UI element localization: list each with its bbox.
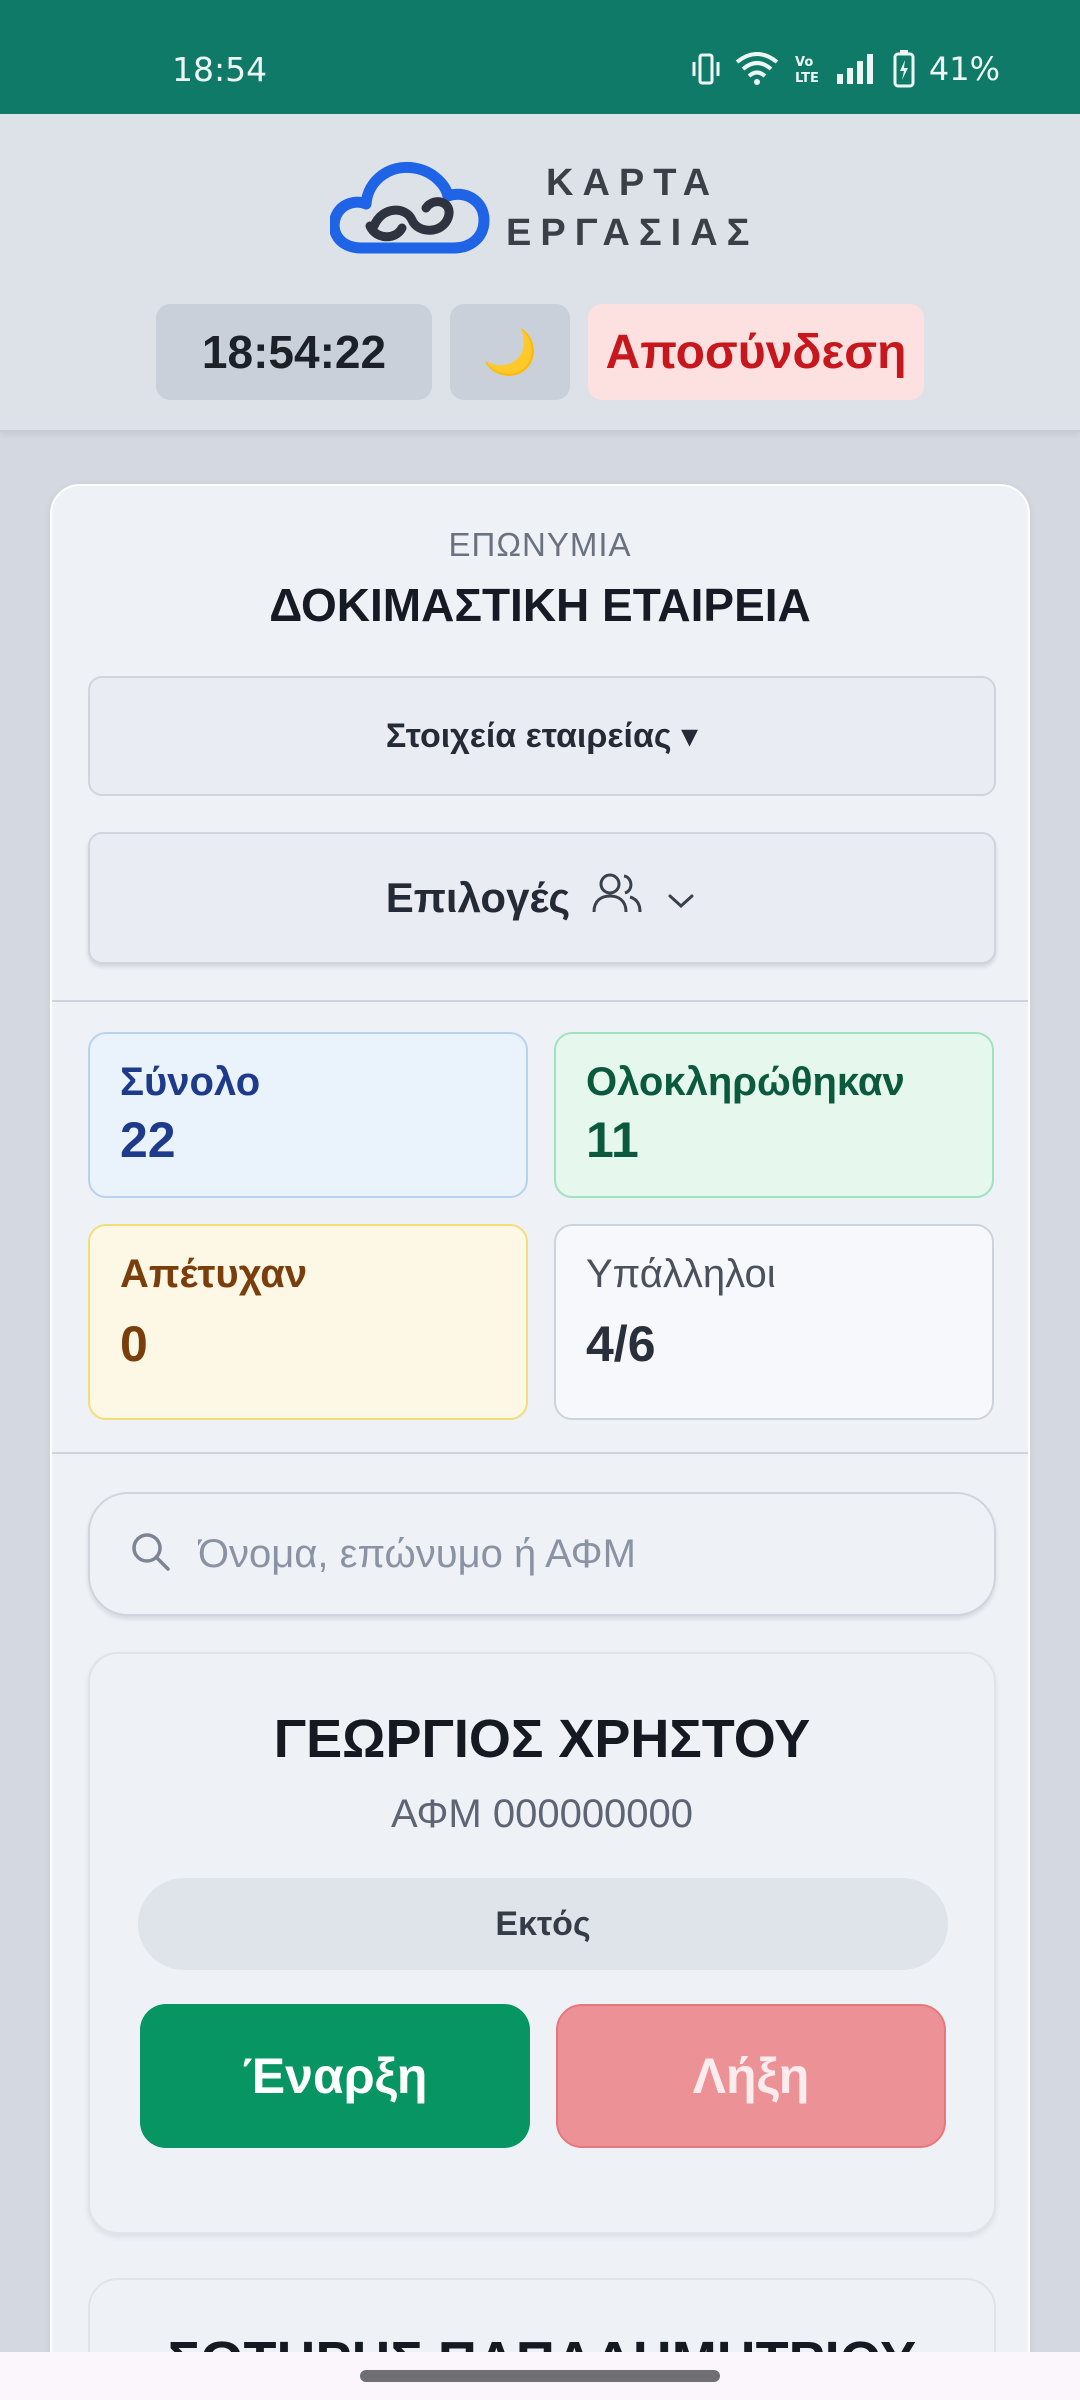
stat-employees-value: 4/6	[586, 1316, 656, 1372]
employee-status-badge: Εκτός	[138, 1878, 948, 1970]
stat-completed-label: Ολοκληρώθηκαν	[586, 1060, 905, 1104]
stat-total-label: Σύνολο	[120, 1060, 261, 1104]
divider	[52, 1000, 1028, 1002]
company-label: ΕΠΩΝΥΜΙΑ	[448, 526, 632, 563]
status-bar: 18:54 Vo LTE 41%	[0, 0, 1080, 114]
end-button[interactable]: Λήξη	[556, 2004, 946, 2148]
company-details-label: Στοιχεία εταιρείας ▾	[385, 717, 699, 755]
stat-failed: Απέτυχαν 0	[88, 1224, 528, 1420]
wifi-icon	[735, 52, 779, 86]
users-icon	[592, 870, 642, 926]
home-handle[interactable]	[360, 2370, 720, 2382]
stat-completed: Ολοκληρώθηκαν 11	[554, 1032, 994, 1198]
svg-text:Vo: Vo	[795, 55, 813, 70]
moon-icon: 🌙	[482, 328, 538, 377]
logo-line-2: ΕΡΓΑΣΙΑΣ	[506, 212, 759, 254]
divider	[52, 1452, 1028, 1454]
employee-afm: ΑΦΜ 000000000	[390, 1792, 694, 1836]
cloud-logo-icon	[328, 156, 490, 256]
logo-text: ΚΑΡΤΑ ΕΡΓΑΣΙΑΣ	[506, 158, 758, 258]
battery-icon	[893, 50, 915, 88]
search-icon	[130, 1531, 172, 1578]
stat-employees: Υπάλληλοι 4/6	[554, 1224, 994, 1420]
stat-employees-label: Υπάλληλοι	[586, 1252, 776, 1296]
logo-line-1: ΚΑΡΤΑ	[546, 162, 720, 204]
start-button[interactable]: Έναρξη	[140, 2004, 530, 2148]
options-label: Επιλογές	[385, 874, 571, 921]
vibrate-icon	[691, 52, 721, 86]
status-icons: Vo LTE 41%	[691, 50, 1000, 88]
app-header: ΚΑΡΤΑ ΕΡΓΑΣΙΑΣ 18:54:22 🌙 Αποσύνδεση	[0, 114, 1080, 432]
chevron-down-icon	[664, 874, 698, 922]
company-card: ΕΠΩΝΥΜΙΑ ΔΟΚΙΜΑΣΤΙΚΗ ΕΤΑΙΡΕΙΑ Στοιχεία ε…	[50, 484, 1030, 2400]
battery-percent: 41%	[928, 50, 1000, 88]
stat-total-value: 22	[120, 1112, 176, 1168]
status-time: 18:54	[172, 50, 268, 89]
stat-failed-label: Απέτυχαν	[120, 1252, 308, 1296]
search-input[interactable]	[198, 1531, 958, 1577]
signal-icon	[835, 52, 879, 86]
stat-total: Σύνολο 22	[88, 1032, 528, 1198]
volte-icon: Vo LTE	[793, 52, 821, 86]
company-name: ΔΟΚΙΜΑΣΤΙΚΗ ΕΤΑΙΡΕΙΑ	[269, 579, 811, 631]
clock-display: 18:54:22	[156, 304, 432, 400]
employee-card: ΓΕΩΡΓΙΟΣ ΧΡΗΣΤΟΥ ΑΦΜ 000000000 Εκτός Ένα…	[88, 1652, 996, 2234]
svg-text:LTE: LTE	[795, 71, 819, 86]
logout-button[interactable]: Αποσύνδεση	[588, 304, 924, 400]
stat-failed-value: 0	[120, 1316, 148, 1372]
theme-toggle-button[interactable]: 🌙	[450, 304, 570, 400]
employee-name: ΓΕΩΡΓΙΟΣ ΧΡΗΣΤΟΥ	[273, 1709, 811, 1769]
options-dropdown[interactable]: Επιλογές	[88, 832, 996, 964]
gesture-nav-bar	[0, 2352, 1080, 2400]
company-details-toggle[interactable]: Στοιχεία εταιρείας ▾	[88, 676, 996, 796]
search-box[interactable]	[88, 1492, 996, 1616]
stat-completed-value: 11	[586, 1112, 639, 1168]
